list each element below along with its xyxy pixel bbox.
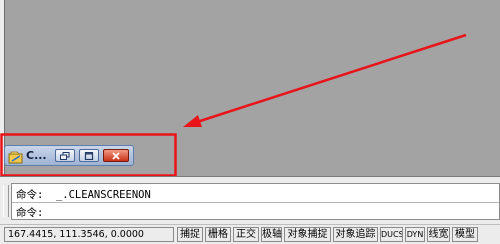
command-window: 命令: _.CLEANSCREENON 命令: [0, 176, 500, 224]
command-history[interactable]: 命令: _.CLEANSCREENON 命令: [11, 183, 500, 220]
pointer-arrow-head [183, 115, 202, 127]
toggle-grid[interactable]: 栅格 [205, 227, 231, 242]
toggle-snap[interactable]: 捕捉 [177, 227, 203, 242]
highlight-box [0, 133, 177, 177]
toggle-object-snap[interactable]: 对象捕捉 [284, 227, 331, 242]
command-prompt[interactable]: 命令: [16, 205, 43, 220]
coordinate-readout: 167.4415, 111.3546, 0.0000 [4, 227, 174, 242]
command-history-line: 命令: _.CLEANSCREENON [16, 189, 151, 201]
toggle-object-track[interactable]: 对象追踪 [333, 227, 378, 242]
status-bar: 167.4415, 111.3546, 0.0000 捕捉 栅格 正交 极轴 对… [0, 224, 500, 244]
command-divider [12, 202, 499, 203]
toggle-ortho[interactable]: 正交 [233, 227, 259, 242]
toggle-polar[interactable]: 极轴 [261, 227, 282, 242]
toggle-ducs[interactable]: DUCS [380, 227, 403, 242]
toggle-dyn[interactable]: DYN [405, 227, 425, 242]
toggle-model[interactable]: 模型 [452, 227, 478, 242]
command-window-grip[interactable] [3, 185, 9, 217]
toggle-lineweight[interactable]: 线宽 [427, 227, 450, 242]
pointer-arrow-line [196, 33, 467, 124]
